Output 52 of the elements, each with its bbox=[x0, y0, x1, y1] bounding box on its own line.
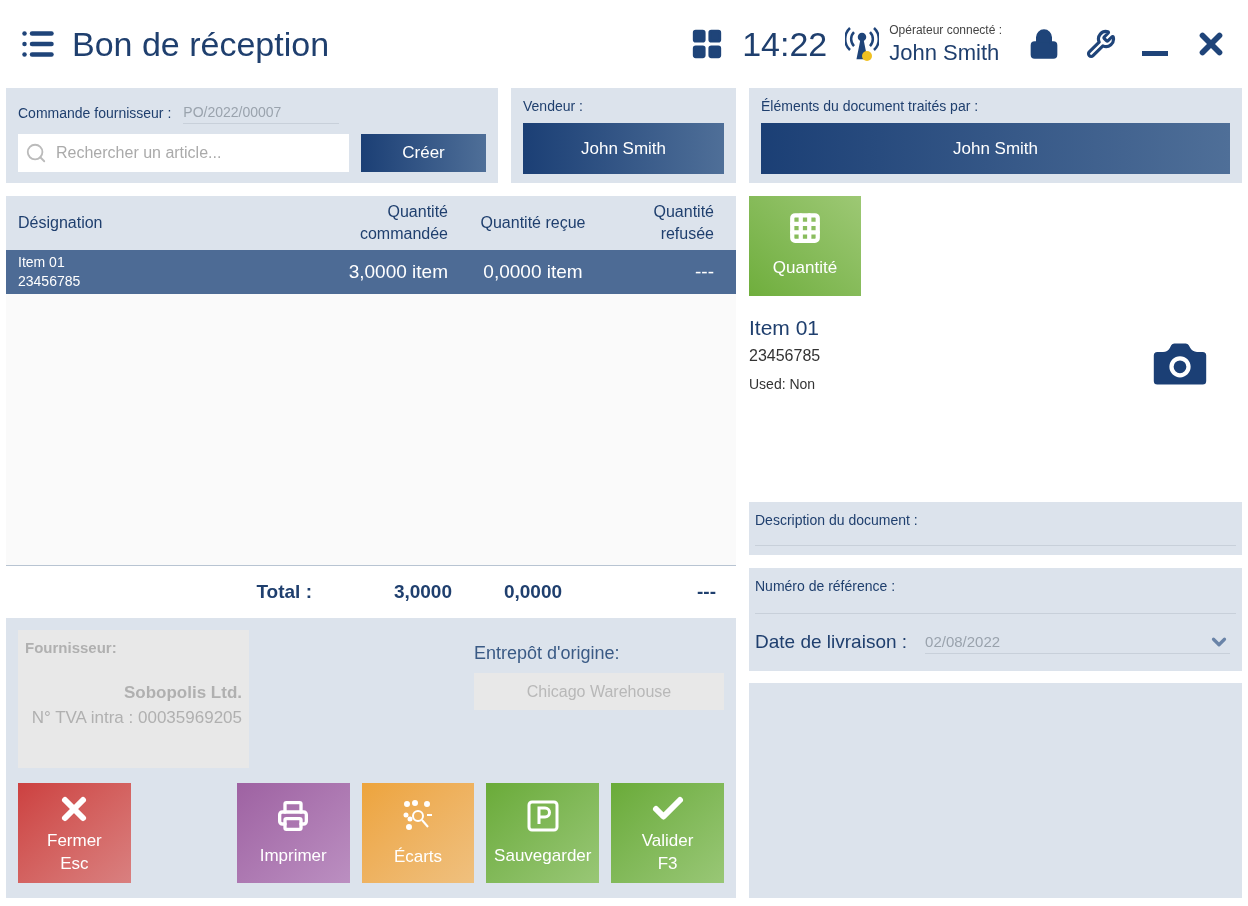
clock: 14:22 bbox=[742, 23, 828, 65]
item-code: 23456785 bbox=[749, 345, 822, 366]
order-number: PO/2022/00007 bbox=[183, 102, 340, 124]
window-title: Bon de réception bbox=[72, 23, 330, 65]
quantity-button[interactable]: Quantité bbox=[749, 196, 861, 296]
reference-label: Numéro de référence : bbox=[755, 576, 1236, 614]
received-quantity: 0,0000 item bbox=[482, 259, 584, 284]
description-label: Description du document : bbox=[755, 510, 1236, 546]
differences-button[interactable]: Écarts bbox=[361, 783, 475, 883]
print-button[interactable]: Imprimer bbox=[236, 783, 350, 883]
search-icon bbox=[25, 142, 47, 164]
total-label: Total : bbox=[255, 579, 313, 604]
operator-name: John Smith bbox=[889, 39, 1001, 67]
search-field[interactable]: Rechercher un article... bbox=[18, 134, 349, 172]
item-name: Item 01 bbox=[18, 253, 66, 272]
item-used: Used: Non bbox=[749, 374, 817, 394]
save-button[interactable]: Sauvegarder bbox=[486, 783, 600, 883]
total-refused: --- bbox=[696, 579, 717, 604]
magnifier-icon bbox=[401, 798, 435, 833]
column-header: Quantité commandée bbox=[358, 202, 449, 244]
column-header: Quantité reçue bbox=[479, 213, 587, 233]
item-code: 23456785 bbox=[18, 272, 82, 291]
supplier-vat: N° TVA intra : 00035969205 bbox=[30, 707, 242, 729]
warehouse-label: Entrepôt d'origine: bbox=[474, 642, 621, 665]
table-row[interactable]: Item 01 23456785 3,0000 item 0,0000 item --- bbox=[6, 250, 736, 294]
supplier-label: Fournisseur: bbox=[25, 638, 118, 658]
delivery-date-label: Date de livraison : bbox=[755, 630, 908, 654]
column-header: Quantité refusée bbox=[652, 202, 715, 244]
processed-by-label: Éléments du document traités par : bbox=[761, 97, 980, 116]
refused-quantity: --- bbox=[694, 259, 715, 284]
create-button[interactable]: Créer bbox=[361, 134, 486, 172]
processed-by-button[interactable]: John Smith bbox=[761, 123, 1230, 174]
close-button[interactable]: Fermer Esc bbox=[18, 783, 131, 883]
seller-button[interactable]: John Smith bbox=[523, 123, 724, 174]
tools-button[interactable] bbox=[1086, 29, 1116, 59]
parking-icon bbox=[526, 799, 559, 832]
order-label: Commande fournisseur : bbox=[18, 103, 172, 123]
delivery-date-field[interactable]: 02/08/2022 bbox=[925, 630, 1230, 654]
seller-label: Vendeur : bbox=[523, 97, 584, 116]
supplier-name: Sobopolis Ltd. bbox=[122, 681, 242, 704]
total-ordered: 3,0000 bbox=[392, 579, 453, 604]
operator-label: Opérateur connecté : bbox=[889, 22, 1002, 40]
keypad-icon bbox=[788, 211, 822, 246]
column-header: Désignation bbox=[18, 213, 104, 233]
ordered-quantity: 3,0000 item bbox=[347, 259, 449, 284]
lock-button[interactable] bbox=[1028, 28, 1060, 60]
total-received: 0,0000 bbox=[502, 579, 564, 604]
minimize-icon bbox=[1142, 50, 1168, 56]
item-title: Item 01 bbox=[749, 315, 821, 341]
signal-tower-icon[interactable] bbox=[845, 26, 880, 62]
validate-button[interactable]: Valider F3 bbox=[611, 783, 724, 883]
printer-icon bbox=[277, 799, 310, 832]
